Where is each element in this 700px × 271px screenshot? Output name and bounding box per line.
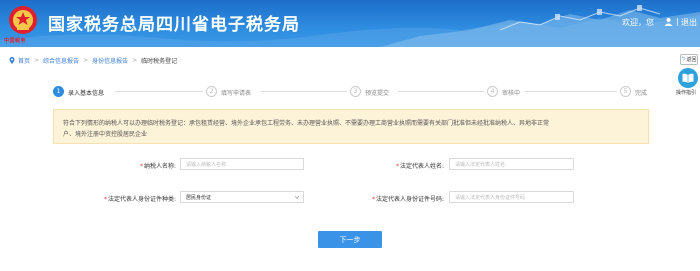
chevron-down-icon	[295, 196, 299, 199]
logo-caption: 中国税务	[4, 38, 27, 44]
location-pin-icon	[9, 56, 15, 64]
breadcrumb-separator: >	[83, 56, 89, 64]
user-icon[interactable]	[664, 17, 673, 26]
logout-link[interactable]: 退出	[681, 17, 697, 28]
taxpayer-name-placeholder: 请输入纳税人名称	[186, 161, 227, 168]
step-1-label: 录入基本信息	[68, 90, 105, 97]
site-header: 中国税务 国家税务总局四川省电子税务局 欢迎，您 | 退出	[0, 0, 700, 47]
step-connector	[398, 91, 484, 92]
required-mark: *	[103, 196, 107, 203]
required-mark: *	[139, 163, 143, 170]
step-3-label: 预览提交	[365, 90, 390, 97]
back-arrow-icon: ⮌	[681, 55, 686, 62]
legal-rep-name-label: *法定代表人姓名:	[358, 161, 444, 170]
id-number-input[interactable]: 请输入法定代表人身份证件号码	[449, 191, 574, 203]
step-connector	[525, 91, 617, 92]
legal-rep-name-placeholder: 请输入法定代表人姓名	[455, 161, 506, 168]
eligibility-notice: 符合下列情形的纳税人可以办理临时税务登记：承包租赁经营、境外企业承包工程劳务、未…	[53, 109, 649, 144]
step-3-number: 3	[350, 86, 361, 97]
step-4-label: 审核中	[502, 90, 521, 97]
id-type-label-text: 法定代表人身份证件种类:	[107, 196, 176, 203]
book-icon	[682, 73, 694, 83]
back-label: 返回	[686, 57, 697, 63]
breadcrumb-general-report[interactable]: 综合信息报告	[43, 56, 79, 65]
required-mark: *	[371, 196, 375, 203]
legal-rep-name-input[interactable]: 请输入法定代表人姓名	[449, 158, 574, 170]
id-number-label: *法定代表人身份证件号码:	[330, 194, 444, 203]
id-type-label: *法定代表人身份证件种类:	[62, 194, 176, 203]
notice-line-2: 户、境外注册中资控股居民企业	[63, 131, 148, 138]
id-type-select[interactable]: 居民身份证	[180, 191, 304, 203]
breadcrumb-home[interactable]: 首页	[18, 56, 30, 65]
step-connector	[261, 91, 347, 92]
breadcrumb: 首页 > 综合信息报告 > 身份信息报告 > 临时税务登记	[9, 55, 177, 65]
step-2-label: 填写申请表	[221, 90, 252, 97]
step-5-number: 5	[620, 86, 631, 97]
step-1-number: 1	[53, 86, 64, 97]
required-mark: *	[395, 163, 399, 170]
id-number-label-text: 法定代表人身份证件号码:	[375, 196, 444, 203]
back-button[interactable]: ⮌ 返回	[680, 54, 698, 65]
breadcrumb-separator: >	[132, 56, 138, 64]
taxpayer-name-label: *纳税人名称:	[92, 161, 176, 170]
breadcrumb-current: 临时税务登记	[141, 57, 178, 65]
legal-rep-name-label-text: 法定代表人姓名:	[399, 163, 444, 170]
taxpayer-name-input[interactable]: 请输入纳税人名称	[180, 158, 304, 170]
progress-steps: 1 录入基本信息 2 填写申请表 3 预览提交 4 审核中 5 完成	[53, 86, 653, 98]
id-type-value: 居民身份证	[186, 194, 212, 201]
operation-guide-button[interactable]	[678, 68, 698, 88]
site-title: 国家税务总局四川省电子税务局	[48, 15, 300, 35]
taxpayer-name-label-text: 纳税人名称:	[143, 163, 176, 170]
breadcrumb-identity-report[interactable]: 身份信息报告	[92, 56, 128, 65]
operation-guide-label: 操作指引	[676, 90, 697, 96]
header-separator: |	[676, 17, 679, 26]
notice-line-1: 符合下列情形的纳税人可以办理临时税务登记：承包租赁经营、境外企业承包工程劳务、未…	[63, 120, 550, 127]
next-step-button[interactable]: 下一步	[318, 231, 382, 248]
step-connector	[115, 91, 203, 92]
step-4-number: 4	[487, 86, 498, 97]
welcome-text: 欢迎，您	[622, 18, 654, 27]
step-5-label: 完成	[635, 90, 648, 97]
step-2-number: 2	[206, 86, 217, 97]
tax-emblem-logo	[9, 6, 37, 34]
breadcrumb-separator: >	[34, 56, 40, 64]
id-number-placeholder: 请输入法定代表人身份证件号码	[455, 194, 526, 201]
